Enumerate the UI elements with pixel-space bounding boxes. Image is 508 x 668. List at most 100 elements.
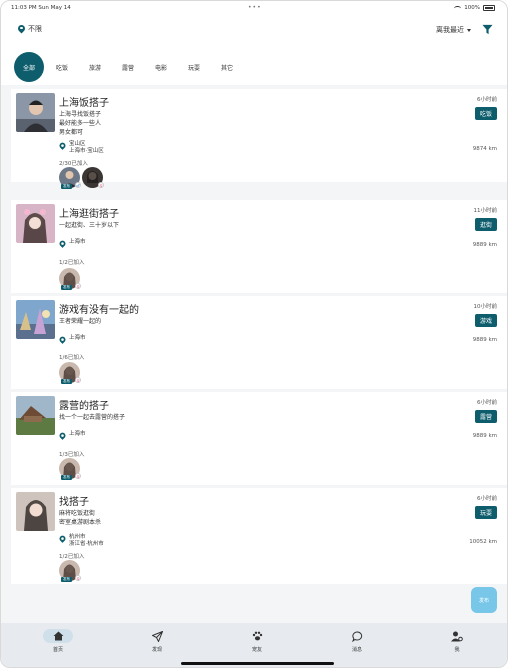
post-card[interactable]: 找搭子 麻将吃饭逛街 密室桌游剧本杀 杭州市 浙江省·杭州市 1/2已加入 发布… xyxy=(11,488,507,584)
post-address: 宝山区 上海市·宝山区 xyxy=(59,141,104,155)
post-address: 上海市 xyxy=(59,431,86,441)
header: 不限 离我最近 xyxy=(1,15,507,45)
category-tabs: 全部 吃饭 旅游 露营 电影 玩耍 其它 xyxy=(1,45,507,85)
post-card[interactable]: 上海饭搭子 上海寻找饭搭子 最好能多一些人 男女都可 宝山区 上海市·宝山区 2… xyxy=(11,89,507,189)
post-thumbnail xyxy=(16,204,55,243)
post-description: 麻将吃饭逛街 密室桌游剧本杀 xyxy=(59,510,102,526)
post-thumbnail xyxy=(16,300,55,339)
avatar[interactable]: 发布 ♀ xyxy=(59,362,81,384)
tab-home[interactable]: 首页 xyxy=(40,629,76,653)
category-all[interactable]: 全部 xyxy=(14,52,44,82)
location-selector[interactable]: 不限 xyxy=(18,24,42,34)
sort-label: 离我最近 xyxy=(436,26,464,34)
location-pin-icon xyxy=(60,536,66,544)
post-description: 找一个一起去露营的搭子 xyxy=(59,414,126,421)
avatar[interactable]: 发布 ♂ xyxy=(59,167,81,189)
female-icon: ♀ xyxy=(75,575,81,581)
location-pin-icon xyxy=(60,143,66,151)
post-title: 上海饭搭子 xyxy=(59,98,109,109)
tab-messages[interactable]: 消息 xyxy=(339,629,375,653)
wifi-icon xyxy=(454,5,462,11)
post-title: 露营的搭子 xyxy=(59,401,109,412)
app-screen: 11:03 PM Sun May 14 ••• 100% 不限 离我最近 全部 … xyxy=(0,0,508,668)
send-icon xyxy=(151,630,163,642)
post-thumbnail xyxy=(16,492,55,531)
category-badge: 玩耍 xyxy=(474,506,497,519)
tab-me[interactable]: 我 xyxy=(439,629,475,653)
chevron-down-icon xyxy=(467,28,471,32)
member-avatars: 发布 ♀ xyxy=(59,560,81,582)
post-card[interactable]: 上海逛街搭子 一起逛街、三十岁以下 上海市 1/2已加入 发布 ♀ 11小时前 … xyxy=(11,200,507,293)
category-camping[interactable]: 露营 xyxy=(113,52,143,82)
category-badge: 逛街 xyxy=(474,218,497,231)
post-description: 上海寻找饭搭子 最好能多一些人 男女都可 xyxy=(59,111,102,136)
post-title: 上海逛街搭子 xyxy=(59,209,119,220)
post-time: 11小时前 xyxy=(473,208,498,214)
female-icon: ♀ xyxy=(75,473,81,479)
publish-button[interactable]: 发布 xyxy=(471,587,497,613)
post-thumbnail xyxy=(16,93,55,132)
category-badge: 游戏 xyxy=(474,314,497,327)
post-card[interactable]: 游戏有没有一起的 王者荣耀一起的 上海市 1/6已加入 发布 ♀ 10小时前 游… xyxy=(11,296,507,389)
member-avatars: 发布 ♂ ♀ xyxy=(59,167,104,189)
post-time: 6小时前 xyxy=(477,496,497,502)
post-title: 游戏有没有一起的 xyxy=(59,305,139,316)
category-other[interactable]: 其它 xyxy=(212,52,242,82)
member-avatars: 发布 ♀ xyxy=(59,458,81,480)
home-icon xyxy=(53,631,63,641)
location-label: 不限 xyxy=(28,25,42,33)
member-avatars: 发布 ♀ xyxy=(59,362,81,384)
battery-percent: 100% xyxy=(464,5,480,11)
post-description: 王者荣耀一起的 xyxy=(59,318,102,325)
joined-count: 1/2已加入 xyxy=(59,554,85,560)
location-pin-icon xyxy=(60,433,66,441)
post-thumbnail xyxy=(16,396,55,435)
avatar[interactable]: 发布 ♀ xyxy=(59,268,81,290)
post-address: 上海市 xyxy=(59,335,86,345)
message-icon xyxy=(351,630,362,642)
distance: 9874 km xyxy=(472,146,497,152)
status-time: 11:03 PM Sun May 14 xyxy=(11,5,71,11)
multitask-dots[interactable]: ••• xyxy=(248,4,262,11)
sort-dropdown[interactable]: 离我最近 xyxy=(436,25,471,35)
distance: 9889 km xyxy=(472,337,497,343)
status-right: 100% xyxy=(454,5,495,11)
distance: 10052 km xyxy=(469,539,497,545)
home-indicator[interactable] xyxy=(181,662,334,665)
category-movie[interactable]: 电影 xyxy=(146,52,176,82)
post-time: 6小时前 xyxy=(477,97,497,103)
post-description: 一起逛街、三十岁以下 xyxy=(59,222,120,229)
category-play[interactable]: 玩耍 xyxy=(179,52,209,82)
post-card[interactable]: 露营的搭子 找一个一起去露营的搭子 上海市 1/3已加入 发布 ♀ 6小时前 露… xyxy=(11,392,507,485)
distance: 9889 km xyxy=(472,242,497,248)
post-title: 找搭子 xyxy=(59,497,89,508)
category-eat[interactable]: 吃饭 xyxy=(47,52,77,82)
avatar[interactable]: 发布 ♀ xyxy=(59,560,81,582)
category-badge: 吃饭 xyxy=(474,107,497,120)
filter-icon[interactable] xyxy=(482,24,493,35)
post-address: 上海市 xyxy=(59,239,86,249)
joined-count: 2/30已加入 xyxy=(59,161,88,167)
location-pin-icon xyxy=(60,241,66,249)
female-icon: ♀ xyxy=(75,377,81,383)
female-icon: ♀ xyxy=(75,283,81,289)
location-pin-icon xyxy=(18,25,25,34)
joined-count: 1/2已加入 xyxy=(59,260,85,266)
tab-discover[interactable]: 发现 xyxy=(139,629,175,653)
avatar[interactable]: ♀ xyxy=(82,167,104,188)
tab-pet-friends[interactable]: 宠友 xyxy=(239,629,275,653)
post-time: 6小时前 xyxy=(477,400,497,406)
user-settings-icon xyxy=(451,631,463,641)
avatar[interactable]: 发布 ♀ xyxy=(59,458,81,480)
joined-count: 1/6已加入 xyxy=(59,355,85,361)
post-time: 10小时前 xyxy=(473,304,498,310)
location-pin-icon xyxy=(60,337,66,345)
joined-count: 1/3已加入 xyxy=(59,452,85,458)
category-travel[interactable]: 旅游 xyxy=(80,52,110,82)
battery-icon xyxy=(483,5,495,11)
paw-icon xyxy=(252,631,262,641)
category-badge: 露营 xyxy=(474,410,497,423)
post-address: 杭州市 浙江省·杭州市 xyxy=(59,534,104,548)
distance: 9889 km xyxy=(472,433,497,439)
status-bar: 11:03 PM Sun May 14 ••• 100% xyxy=(1,1,507,15)
